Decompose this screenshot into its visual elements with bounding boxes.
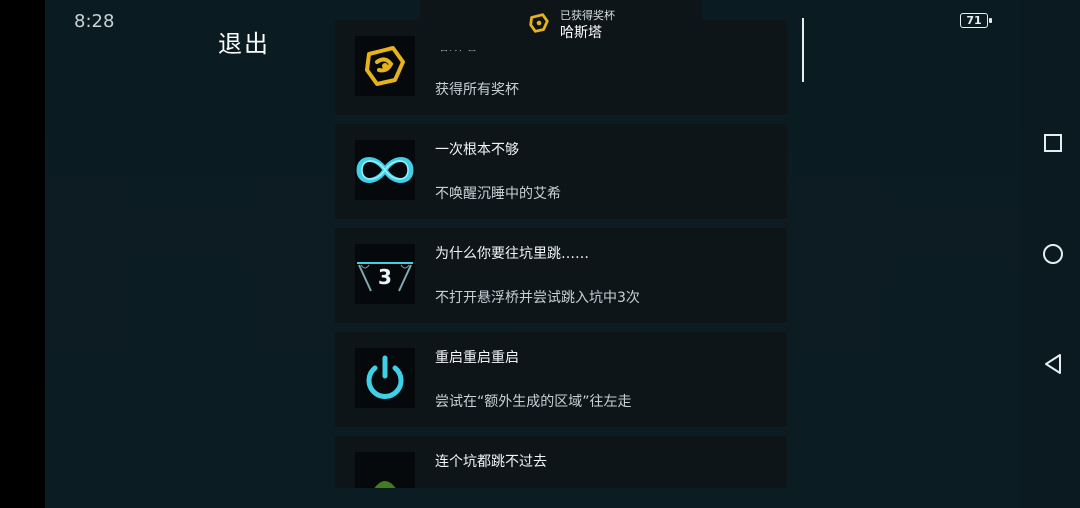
triangle-back-icon[interactable] (1041, 352, 1065, 376)
achievement-item[interactable]: 重启重启重启 尝试在“额外生成的区域”往左走 (335, 332, 787, 427)
achievement-desc: 不唤醒沉睡中的艾希 (435, 186, 561, 202)
hastur-emblem-icon (355, 36, 415, 96)
trophy-toast: 已获得奖杯 哈斯塔 (420, 0, 702, 50)
battery-level: 71 (966, 14, 982, 27)
bridge-three-icon: 3 (355, 244, 415, 304)
status-time: 8:28 (74, 11, 115, 32)
achievement-title: 一次根本不够 (435, 142, 519, 158)
achievement-desc: 不打开悬浮桥并尝试跳入坑中3次 (435, 290, 640, 306)
battery-icon: 71 (960, 13, 992, 28)
circle-icon[interactable] (1041, 242, 1065, 266)
square-icon[interactable] (1041, 131, 1065, 155)
infinity-icon (355, 140, 415, 200)
power-icon (355, 348, 415, 408)
green-skull-icon (355, 452, 415, 488)
achievement-desc: 获得所有奖杯 (435, 82, 519, 98)
toast-label: 已获得奖杯 (560, 9, 615, 22)
achievement-item[interactable]: 连个坑都跳不过去 (335, 436, 787, 488)
achievement-title: 重启重启重启 (435, 350, 519, 366)
left-black-bar (0, 0, 45, 508)
achievement-list[interactable]: 哈斯塔 获得所有奖杯 一次根本不够 不唤醒沉睡中的艾希 3 为什么你要往坑里跳…… (335, 20, 787, 488)
achievement-desc: 尝试在“额外生成的区域”往左走 (435, 394, 632, 410)
achievement-title: 连个坑都跳不过去 (435, 454, 547, 470)
scrollbar[interactable] (802, 18, 804, 82)
achievement-title: 为什么你要往坑里跳…… (435, 246, 589, 262)
toast-name: 哈斯塔 (560, 25, 602, 41)
achievement-item[interactable]: 3 为什么你要往坑里跳…… 不打开悬浮桥并尝试跳入坑中3次 (335, 228, 787, 323)
hastur-emblem-icon (527, 11, 551, 35)
exit-button[interactable]: 退出 (218, 24, 270, 59)
achievement-item[interactable]: 一次根本不够 不唤醒沉睡中的艾希 (335, 124, 787, 219)
bridge-count-badge: 3 (378, 265, 392, 289)
